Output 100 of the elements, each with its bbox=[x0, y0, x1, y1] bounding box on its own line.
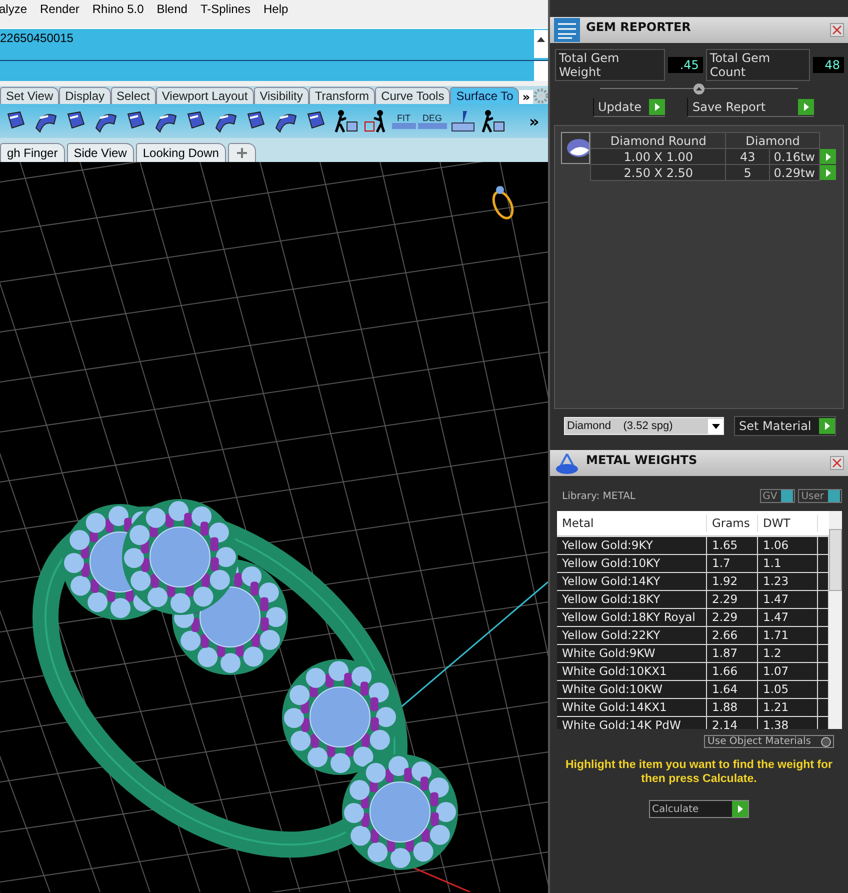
menu-item[interactable]: T-Splines bbox=[200, 2, 250, 16]
scroll-arrows-icon[interactable] bbox=[534, 30, 548, 58]
table-cell: 1.66 bbox=[707, 663, 758, 680]
ring-icon bbox=[492, 186, 514, 220]
collapse-handle-icon[interactable] bbox=[692, 83, 706, 95]
material-dropdown[interactable]: Diamond (3.52 spg) bbox=[564, 417, 724, 435]
table-row[interactable]: White Gold:14KX1 1.88 1.21 bbox=[557, 699, 829, 717]
person-tool-icon[interactable] bbox=[332, 108, 360, 134]
viewport-tab[interactable]: gh Finger bbox=[0, 143, 65, 162]
table-cell: Yellow Gold:22KY bbox=[557, 627, 707, 644]
command-input[interactable] bbox=[0, 61, 534, 81]
table-cell: 1.47 bbox=[758, 591, 818, 608]
table-cell: 2.50 X 2.50 bbox=[590, 164, 726, 180]
toolbar-text-button[interactable]: FIT bbox=[392, 113, 416, 129]
instruction-text: Highlight the item you want to find the weight for then press Calculate. bbox=[564, 758, 834, 786]
toolbar-tab[interactable]: Visibility bbox=[254, 87, 309, 104]
table-cell: 2.14 bbox=[707, 717, 758, 729]
table-cell: 1.05 bbox=[758, 681, 818, 698]
menu-item[interactable]: Blend bbox=[156, 2, 188, 16]
table-row[interactable]: White Gold:10KX1 1.66 1.07 bbox=[557, 663, 829, 681]
viewport-tab[interactable]: Side View bbox=[66, 143, 134, 162]
select-gem-button[interactable] bbox=[820, 165, 836, 180]
toolbar-tab[interactable]: Display bbox=[59, 87, 110, 104]
table-cell: Yellow Gold:14KY bbox=[557, 573, 707, 590]
close-icon[interactable] bbox=[830, 23, 844, 37]
table-cell: 43 bbox=[726, 148, 770, 164]
toolbar-text-button[interactable]: DEG bbox=[418, 113, 448, 129]
table-cell: Yellow Gold:18KY bbox=[557, 591, 707, 608]
surface-tool-icon[interactable] bbox=[449, 108, 478, 134]
dropdown-caret-icon bbox=[712, 424, 720, 428]
table-cell: 1.65 bbox=[707, 537, 758, 554]
menu-item[interactable]: Help bbox=[263, 2, 288, 16]
save-report-button[interactable]: Save Report bbox=[687, 98, 814, 117]
table-cell: 1.1 bbox=[758, 555, 818, 572]
table-cell: Yellow Gold:9KY bbox=[557, 537, 707, 554]
close-icon[interactable] bbox=[830, 456, 844, 470]
table-cell: 1.87 bbox=[707, 645, 758, 662]
update-button[interactable]: Update bbox=[593, 98, 666, 117]
command-history-text: 22650450015 bbox=[0, 30, 74, 47]
tabs-overflow-button[interactable]: » bbox=[519, 90, 534, 104]
total-count-value: 48 bbox=[812, 57, 844, 73]
table-row[interactable]: Yellow Gold:18KY 2.29 1.47 bbox=[557, 591, 829, 609]
column-header: Diamond bbox=[726, 132, 820, 148]
table-row[interactable]: White Gold:9KW 1.87 1.2 bbox=[557, 645, 829, 663]
menu-item[interactable]: Rhino 5.0 bbox=[92, 2, 144, 16]
table-cell: 1.7 bbox=[707, 555, 758, 572]
table-cell: 1.2 bbox=[758, 645, 818, 662]
table-cell: 1.06 bbox=[758, 537, 818, 554]
table-cell: 1.07 bbox=[758, 663, 818, 680]
table-cell: White Gold:9KW bbox=[557, 645, 707, 662]
field-label: Total Gem Weight bbox=[555, 49, 665, 81]
column-header: DWT bbox=[758, 514, 818, 532]
scrollbar[interactable] bbox=[829, 511, 842, 729]
table-cell: Yellow Gold:10KY bbox=[557, 555, 707, 572]
use-object-materials-button[interactable]: Use Object Materials bbox=[704, 735, 834, 748]
table-row[interactable]: Yellow Gold:18KY Royal 2.29 1.47 bbox=[557, 609, 829, 627]
gemstone-icon bbox=[561, 132, 590, 164]
table-cell: 1.88 bbox=[707, 699, 758, 716]
table-row[interactable]: White Gold:10KW 1.64 1.05 bbox=[557, 681, 829, 699]
panel-title: GEM REPORTER bbox=[586, 19, 691, 34]
table-cell: 1.71 bbox=[758, 627, 818, 644]
toolbar-tab[interactable]: Transform bbox=[308, 87, 376, 104]
table-cell: White Gold:10KW bbox=[557, 681, 707, 698]
toolbar-tab[interactable]: Curve Tools bbox=[375, 87, 450, 104]
table-row[interactable]: Yellow Gold:14KY 1.92 1.23 bbox=[557, 573, 829, 591]
toolbar-tab[interactable]: Surface To bbox=[450, 87, 520, 104]
table-row[interactable]: Yellow Gold:22KY 2.66 1.71 bbox=[557, 627, 829, 645]
table-cell: 1.64 bbox=[707, 681, 758, 698]
person-tool-icon[interactable] bbox=[479, 108, 508, 134]
table-cell: 1.23 bbox=[758, 573, 818, 590]
table-cell: 0.29tw bbox=[769, 164, 820, 180]
column-header: Metal bbox=[557, 514, 707, 532]
table-cell: 1.00 X 1.00 bbox=[590, 148, 726, 164]
menu-item[interactable]: Render bbox=[40, 2, 80, 16]
set-material-button[interactable]: Set Material bbox=[734, 416, 836, 436]
calculate-button[interactable]: Calculate bbox=[649, 800, 749, 818]
select-gem-button[interactable] bbox=[820, 149, 836, 164]
table-cell: White Gold:10KX1 bbox=[557, 663, 707, 680]
table-row[interactable]: Yellow Gold:10KY 1.7 1.1 bbox=[557, 555, 829, 573]
table-cell: 2.66 bbox=[707, 627, 758, 644]
library-toggle[interactable]: GV bbox=[760, 489, 796, 503]
table-cell: White Gold:14K PdW bbox=[557, 717, 707, 729]
gem-report-icon bbox=[554, 18, 580, 42]
toolbar-tab[interactable]: Select bbox=[110, 87, 156, 104]
toolbar-tab[interactable]: Set View bbox=[0, 87, 60, 104]
table-cell: 1.38 bbox=[758, 717, 818, 729]
table-cell: 0.16tw bbox=[769, 148, 820, 164]
library-toggle[interactable]: User bbox=[798, 489, 842, 503]
add-tab-icon[interactable] bbox=[228, 143, 256, 162]
column-header: Grams bbox=[707, 514, 758, 532]
table-row[interactable]: White Gold:14K PdW 2.14 1.38 bbox=[557, 717, 829, 729]
table-cell: 1.21 bbox=[758, 699, 818, 716]
table-row[interactable]: Yellow Gold:9KY 1.65 1.06 bbox=[557, 537, 829, 555]
table-cell: 1.47 bbox=[758, 609, 818, 626]
toolbar-tab[interactable]: Viewport Layout bbox=[156, 87, 254, 104]
scale-icon bbox=[554, 451, 580, 475]
table-cell: 2.29 bbox=[707, 609, 758, 626]
toolbar-overflow-button[interactable]: » bbox=[529, 112, 540, 130]
viewport-tab[interactable]: Looking Down bbox=[136, 143, 226, 162]
table-cell: White Gold:14KX1 bbox=[557, 699, 707, 716]
